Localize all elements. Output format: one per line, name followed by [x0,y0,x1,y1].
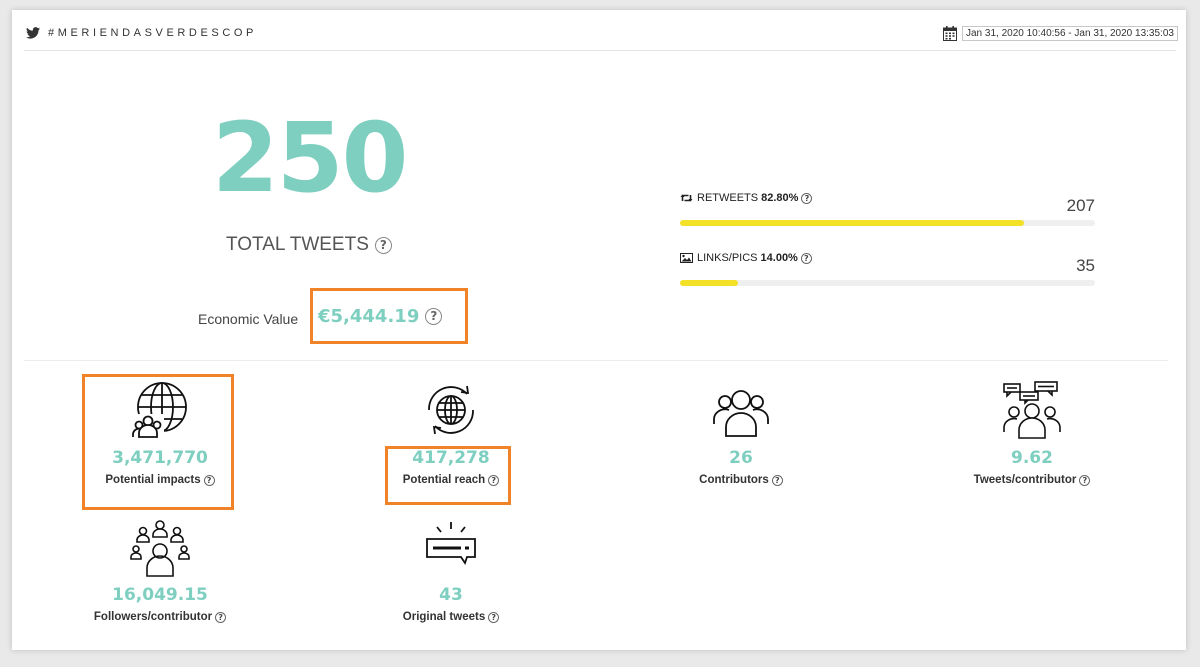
metric-tweets-per-contributor: 9.62 Tweets/contributor ? [932,380,1132,486]
help-icon[interactable]: ? [800,252,812,264]
retweets-row: RETWEETS 82.80% ? 207 [680,192,1095,226]
followers-per-contributor-value: 16,049.15 [112,585,208,605]
followers-per-contributor-label: Followers/contributor [93,611,213,623]
links-pics-label: LINKS/PICS [697,252,758,264]
group-chat-icon [1003,381,1061,439]
contributors-label-row: Contributors ? [641,474,841,486]
help-icon[interactable]: ? [801,192,813,204]
retweets-count: 207 [1066,196,1095,215]
date-range-field[interactable]: Jan 31, 2020 10:40:56 - Jan 31, 2020 13:… [962,26,1178,41]
highlight-box [310,288,468,344]
retweets-progress-track [680,220,1095,226]
help-icon[interactable]: ? [374,236,392,254]
links-pics-percent: 14.00% [760,252,798,264]
links-pics-count: 35 [1076,256,1095,275]
links-pics-row: LINKS/PICS 14.00% ? 35 [680,252,1095,286]
total-tweets-value: 250 [212,102,408,214]
calendar-icon[interactable] [943,26,957,41]
total-tweets-label: TOTAL TWEETS [226,234,369,255]
total-tweets-label-row: TOTAL TWEETS ? [226,234,392,256]
economic-value-label: Economic Value [198,311,299,327]
group-icon [713,390,769,437]
hashtag-title: #MERIENDASVERDESCOP [48,27,257,39]
metric-contributors: 26 Contributors ? [641,380,841,486]
help-icon[interactable]: ? [488,611,500,623]
message-icon [426,522,476,566]
links-pics-progress-fill [680,280,739,286]
original-tweets-label: Original tweets [402,611,486,623]
retweets-label-row: RETWEETS 82.80% ? [680,192,1095,204]
retweets-progress-fill [680,220,1024,226]
image-icon [680,253,693,263]
original-tweets-label-row: Original tweets ? [351,611,551,623]
help-icon[interactable]: ? [1079,474,1091,486]
header-divider [24,50,1176,51]
help-icon[interactable]: ? [771,474,783,486]
links-pics-label-row: LINKS/PICS 14.00% ? [680,252,1095,264]
original-tweets-value: 43 [439,585,463,605]
dashboard-panel: #MERIENDASVERDESCOP Jan 31, 2020 10:40:5… [12,10,1186,650]
retweet-icon [680,194,693,202]
followers-per-contributor-label-row: Followers/contributor ? [60,611,260,623]
links-pics-progress-track [680,280,1095,286]
retweets-percent: 82.80% [761,192,799,204]
help-icon[interactable]: ? [215,611,227,623]
contributors-label: Contributors [699,474,769,486]
retweets-label: RETWEETS [697,192,759,204]
metric-original-tweets: 43 Original tweets ? [351,517,551,623]
metric-followers-per-contributor: 16,049.15 Followers/contributor ? [60,517,260,623]
tweets-per-contributor-value: 9.62 [1011,448,1053,468]
network-user-icon [130,520,190,577]
globe-refresh-icon [428,385,474,435]
tweets-per-contributor-label: Tweets/contributor [973,474,1077,486]
contributors-value: 26 [729,448,753,468]
twitter-icon [26,27,40,39]
tweets-per-contributor-label-row: Tweets/contributor ? [932,474,1132,486]
highlight-box [385,446,511,505]
highlight-box [82,374,234,510]
header: #MERIENDASVERDESCOP Jan 31, 2020 10:40:5… [12,10,1186,52]
section-divider [24,360,1168,361]
